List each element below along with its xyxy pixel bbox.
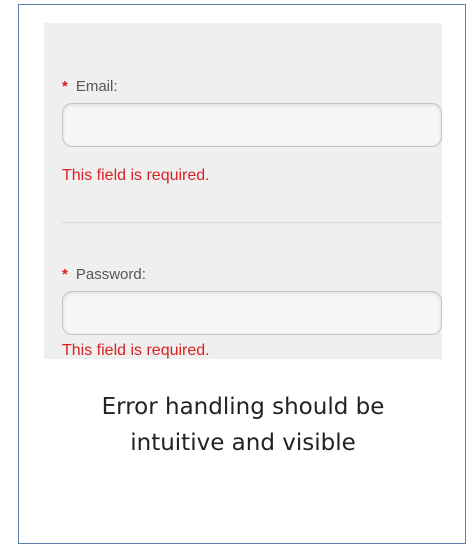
email-label: * Email: xyxy=(62,78,118,95)
password-field[interactable] xyxy=(62,291,442,335)
caption: Error handling should be intuitive and v… xyxy=(19,389,467,461)
caption-line-2: intuitive and visible xyxy=(130,430,356,456)
password-required-marker: * xyxy=(62,266,68,283)
email-error-message: This field is required. xyxy=(62,167,210,184)
login-form: * Email: This field is required. * Passwor… xyxy=(44,23,442,359)
email-required-marker: * xyxy=(62,78,68,95)
email-label-text: Email: xyxy=(75,78,118,95)
caption-line-1: Error handling should be xyxy=(101,394,385,420)
password-error-message: This field is required. xyxy=(62,342,210,359)
password-label: * Password: xyxy=(62,266,146,283)
field-divider xyxy=(62,222,442,223)
email-field[interactable] xyxy=(62,103,442,147)
password-label-text: Password: xyxy=(75,266,146,283)
slide-frame: * Email: This field is required. * Passwor… xyxy=(18,4,466,544)
